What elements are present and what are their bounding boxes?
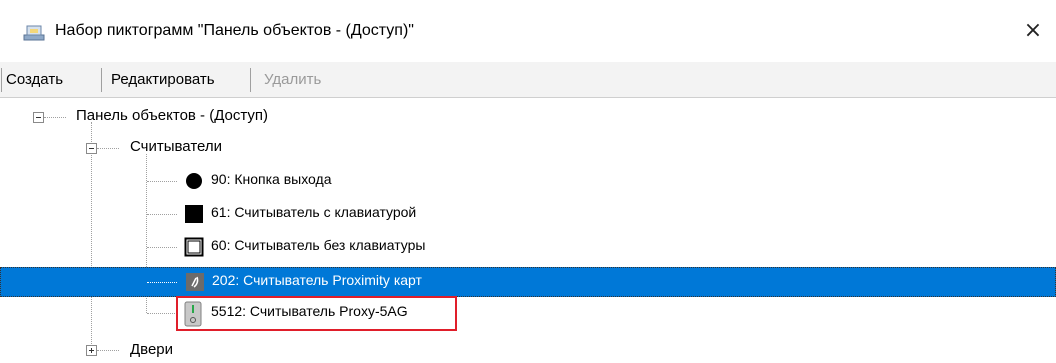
- tree-item-proximity-reader[interactable]: 202: Считыватель Proximity карт: [212, 272, 422, 288]
- tree-connector: [147, 214, 177, 215]
- tree-item-exit-button[interactable]: 90: Кнопка выхода: [211, 171, 332, 187]
- tree-node-doors[interactable]: Двери: [130, 341, 173, 358]
- create-button[interactable]: Создать: [6, 62, 63, 97]
- tree-connector: [147, 181, 177, 182]
- edit-button[interactable]: Редактировать: [111, 62, 215, 97]
- toolbar: Создать Редактировать Удалить: [0, 62, 1056, 98]
- highlight-box: [176, 296, 457, 331]
- title-bar: Набор пиктограмм "Панель объектов - (Дос…: [0, 0, 1056, 63]
- tree-connector: [91, 122, 92, 350]
- window-title: Набор пиктограмм "Панель объектов - (Дос…: [55, 22, 414, 39]
- close-button[interactable]: ×: [1016, 14, 1050, 48]
- window-app-icon: [23, 25, 45, 41]
- collapse-toggle-readers[interactable]: [86, 143, 97, 154]
- delete-button[interactable]: Удалить: [264, 62, 321, 97]
- tree-item-reader-no-keypad[interactable]: 60: Считыватель без клавиатуры: [211, 237, 425, 253]
- tree-connector: [147, 282, 177, 283]
- icon-tree[interactable]: Панель объектов - (Доступ) Считыватели 9…: [0, 98, 1056, 363]
- empty-square-icon: [184, 237, 204, 257]
- tree-connector: [97, 148, 119, 149]
- tree-connector: [44, 117, 66, 118]
- toolbar-separator: [1, 68, 2, 92]
- filled-circle-icon: [186, 173, 202, 189]
- selected-row[interactable]: 202: Считыватель Proximity карт: [0, 267, 1056, 297]
- toolbar-separator: [250, 68, 251, 92]
- tree-item-keypad-reader[interactable]: 61: Считыватель с клавиатурой: [211, 204, 416, 220]
- tree-connector: [97, 350, 119, 351]
- tree-connector: [147, 313, 177, 314]
- toolbar-separator: [101, 68, 102, 92]
- collapse-toggle-root[interactable]: [33, 112, 44, 123]
- tree-node-readers[interactable]: Считыватели: [130, 138, 222, 155]
- tree-node-root[interactable]: Панель объектов - (Доступ): [76, 107, 268, 124]
- icon-set-dialog: Набор пиктограмм "Панель объектов - (Дос…: [0, 0, 1056, 363]
- expand-toggle-doors[interactable]: [86, 345, 97, 356]
- proximity-reader-icon: [186, 273, 204, 291]
- filled-square-icon: [185, 205, 203, 223]
- tree-connector: [147, 247, 177, 248]
